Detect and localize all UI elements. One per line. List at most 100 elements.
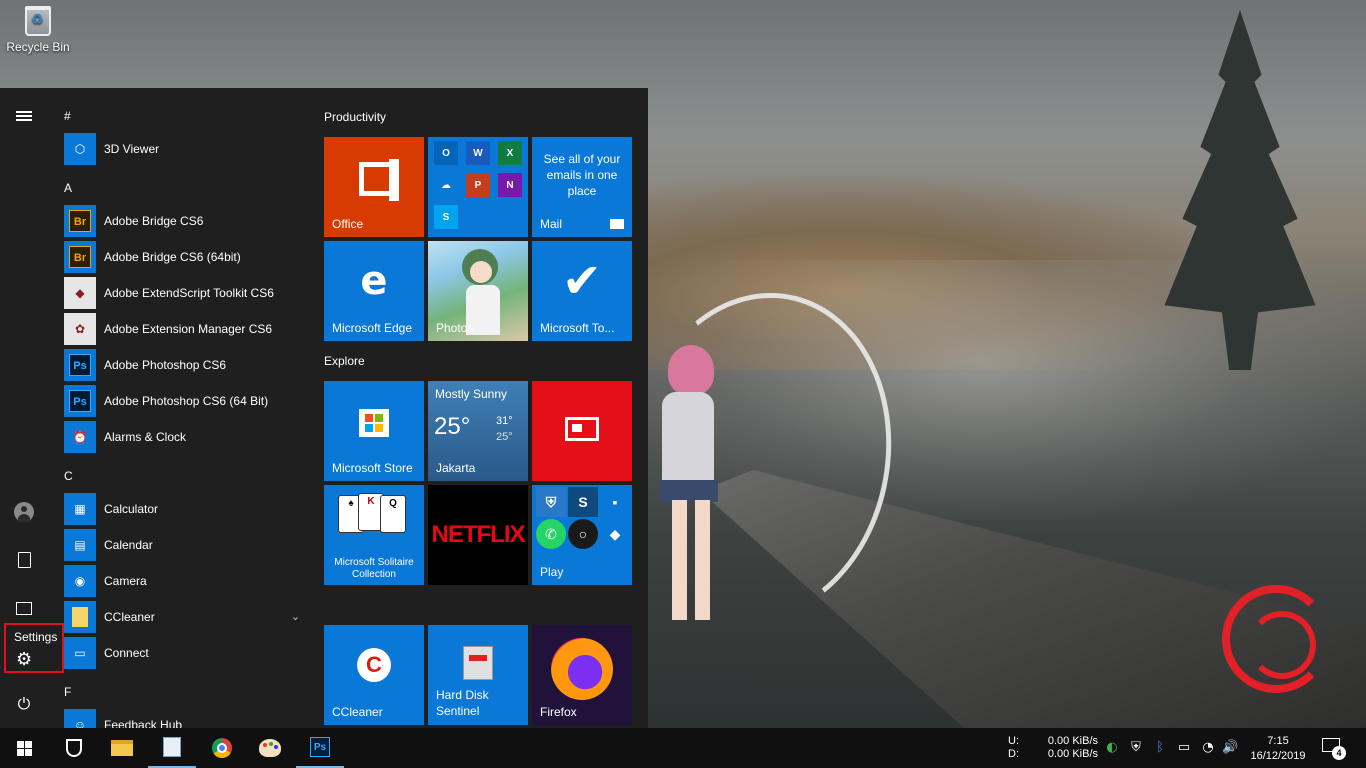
app-calendar[interactable]: ▤ Calendar — [64, 529, 306, 561]
wifi-icon[interactable]: ◔ — [1200, 740, 1216, 756]
tile-mail[interactable]: See all of your emails in one place Mail — [532, 137, 632, 237]
tile-office-apps[interactable]: O W X ☁ P N S — [428, 137, 528, 237]
bluetooth-icon[interactable]: ᛒ — [1152, 740, 1168, 756]
outlook-icon[interactable]: O — [434, 141, 458, 165]
app-name: Calendar — [104, 538, 153, 552]
wallpaper-character-hair — [668, 345, 714, 395]
group-header-f[interactable]: F — [64, 685, 71, 699]
taskbar-file-explorer[interactable] — [98, 728, 146, 768]
weather-low: 25° — [496, 431, 513, 443]
app-extendscript-toolkit[interactable]: ◆ Adobe ExtendScript Toolkit CS6 — [64, 277, 306, 309]
calculator-icon: ▦ — [64, 493, 96, 525]
group-header-hash[interactable]: # — [64, 109, 71, 123]
settings-button[interactable]: Settings ⚙ — [4, 623, 64, 673]
extendscript-icon: ◆ — [64, 277, 96, 309]
clock[interactable]: 7:15 16/12/2019 — [1246, 734, 1310, 764]
app-photoshop-64[interactable]: Ps Adobe Photoshop CS6 (64 Bit) — [64, 385, 306, 417]
app-calculator[interactable]: ▦ Calculator — [64, 493, 306, 525]
tile-photos[interactable]: Photos — [428, 241, 528, 341]
app-list[interactable]: # ⬡ 3D Viewer A Br Adobe Bridge CS6 Br A… — [56, 88, 306, 728]
excel-icon[interactable]: X — [498, 141, 522, 165]
taskbar-photoshop[interactable]: Ps — [296, 728, 344, 768]
whatsapp-icon[interactable]: ✆ — [536, 519, 566, 549]
app-feedback-hub[interactable]: ☺ Feedback Hub — [64, 709, 306, 728]
app-adobe-bridge-64[interactable]: Br Adobe Bridge CS6 (64bit) — [64, 241, 306, 273]
tile-microsoft-edge[interactable]: e Microsoft Edge — [324, 241, 424, 341]
maps-pin-icon[interactable]: ◆ — [600, 519, 630, 549]
cube-icon: ⬡ — [64, 133, 96, 165]
skype-icon[interactable]: S — [434, 205, 458, 229]
tile-hard-disk-sentinel[interactable]: Hard Disk Sentinel — [428, 625, 528, 725]
onenote-icon[interactable]: N — [498, 173, 522, 197]
app-icon[interactable]: ▪ — [600, 487, 630, 517]
picture-icon — [16, 601, 32, 615]
netflix-logo: NETFLIX — [431, 521, 526, 548]
netspeed-values[interactable]: 0.00 KiB/s 0.00 KiB/s — [1046, 735, 1098, 761]
documents-button[interactable] — [0, 540, 48, 580]
taskbar-paint[interactable] — [246, 728, 294, 768]
shield-icon — [66, 739, 82, 757]
group-header-c[interactable]: C — [64, 469, 73, 483]
tile-label: Office — [332, 217, 364, 231]
app-name: CCleaner — [104, 610, 155, 624]
volume-icon[interactable]: 🔊 — [1222, 740, 1238, 756]
tile-weather[interactable]: Mostly Sunny 25° 31° 25° Jakarta — [428, 381, 528, 481]
settings-tooltip: Settings — [14, 630, 58, 644]
tile-news[interactable] — [532, 381, 632, 481]
shield-app-icon[interactable]: ⛨ — [536, 487, 566, 517]
taskbar-security[interactable] — [50, 728, 98, 768]
powerpoint-icon[interactable]: P — [466, 173, 490, 197]
upload-speed: 0.00 KiB/s — [1047, 735, 1098, 747]
tray-network-tool-icon[interactable]: ◐ — [1104, 740, 1120, 756]
group-header-a[interactable]: A — [64, 181, 72, 195]
calendar-icon: ▤ — [64, 529, 96, 561]
app-camera[interactable]: ◉ Camera — [64, 565, 306, 597]
app-name: Adobe Extension Manager CS6 — [104, 322, 273, 336]
download-label: D: — [1008, 748, 1019, 760]
onedrive-icon[interactable]: ☁ — [434, 173, 458, 197]
app-adobe-bridge[interactable]: Br Adobe Bridge CS6 — [64, 205, 306, 237]
clock-time: 7:15 — [1267, 735, 1289, 747]
tile-firefox[interactable]: Firefox — [532, 625, 632, 725]
notepad-icon — [163, 737, 181, 757]
app-3d-viewer[interactable]: ⬡ 3D Viewer — [64, 133, 306, 165]
tray-defender-icon[interactable]: ⛨ — [1128, 740, 1144, 756]
power-icon: ⏻ — [17, 694, 31, 713]
taskbar-notepad[interactable] — [148, 728, 196, 768]
photoshop-icon: Ps — [64, 385, 96, 417]
taskbar-chrome[interactable] — [198, 728, 246, 768]
store-bag-icon — [359, 409, 389, 437]
action-center-button[interactable]: 4 — [1322, 738, 1346, 760]
battery-icon[interactable]: ▭ — [1176, 740, 1192, 756]
weather-condition: Mostly Sunny — [435, 387, 508, 401]
group-title-productivity[interactable]: Productivity — [324, 110, 386, 124]
connect-icon: ▭ — [64, 637, 96, 669]
tile-label: Microsoft Edge — [332, 321, 413, 335]
app-ccleaner-folder[interactable]: CCleaner ⌄ — [64, 601, 306, 633]
app-photoshop[interactable]: Ps Adobe Photoshop CS6 — [64, 349, 306, 381]
start-button[interactable] — [0, 728, 48, 768]
account-button[interactable] — [0, 492, 48, 532]
cortana-icon[interactable]: ○ — [568, 519, 598, 549]
camera-icon: ◉ — [64, 565, 96, 597]
pictures-button[interactable] — [0, 588, 48, 628]
sway-icon[interactable]: S — [568, 487, 598, 517]
tile-office[interactable]: Office — [324, 137, 424, 237]
app-extension-manager[interactable]: ✿ Adobe Extension Manager CS6 — [64, 313, 306, 345]
tile-solitaire[interactable]: ♠ K Q Microsoft Solitaire Collection — [324, 485, 424, 585]
word-icon[interactable]: W — [466, 141, 490, 165]
app-connect[interactable]: ▭ Connect — [64, 637, 306, 669]
tile-ccleaner[interactable]: C CCleaner — [324, 625, 424, 725]
checkmark-icon: ✔ — [561, 253, 603, 309]
tile-microsoft-todo[interactable]: ✔ Microsoft To... — [532, 241, 632, 341]
tile-microsoft-store[interactable]: Microsoft Store — [324, 381, 424, 481]
expand-menu-button[interactable] — [0, 96, 48, 136]
tile-netflix[interactable]: NETFLIX — [428, 485, 528, 585]
power-button[interactable]: ⏻ — [0, 684, 48, 724]
tile-play-folder[interactable]: ⛨ S ▪ ✆ ○ ◆ Play — [532, 485, 632, 585]
tile-label: CCleaner — [332, 705, 383, 719]
group-title-explore[interactable]: Explore — [324, 354, 365, 368]
app-alarms-clock[interactable]: ⏰ Alarms & Clock — [64, 421, 306, 453]
recycle-bin[interactable]: Recycle Bin — [4, 6, 72, 54]
chevron-down-icon[interactable]: ⌄ — [291, 610, 300, 623]
